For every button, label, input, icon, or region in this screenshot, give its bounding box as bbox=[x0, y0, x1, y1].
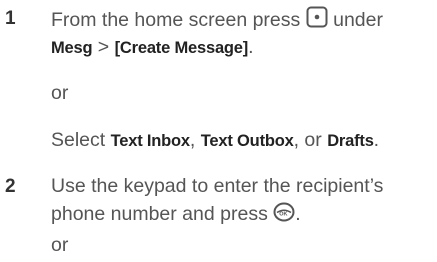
step-number: 2 bbox=[5, 176, 16, 197]
step-text: phone number and press bbox=[51, 203, 268, 225]
step-2-line-1: Use the keypad to enter the recipient’s bbox=[51, 175, 384, 197]
separator: , bbox=[189, 129, 201, 151]
text-outbox-label: Text Outbox bbox=[200, 132, 294, 150]
step-number: 1 bbox=[5, 8, 16, 29]
step-1-line-1: From the home screen press under bbox=[51, 6, 383, 34]
center-select-key-icon bbox=[306, 6, 328, 34]
drafts-label: Drafts bbox=[327, 132, 374, 150]
select-text: Select bbox=[51, 129, 111, 151]
menu-mesg-label: Mesg bbox=[51, 39, 93, 57]
period: . bbox=[248, 36, 254, 58]
or-text: or bbox=[51, 82, 69, 104]
ok-key-icon: OK bbox=[273, 202, 295, 228]
menu-separator: > bbox=[92, 36, 115, 58]
period: . bbox=[373, 129, 380, 151]
or-text: or bbox=[51, 234, 69, 256]
step-text: under bbox=[333, 9, 383, 31]
period: . bbox=[295, 203, 301, 225]
text-inbox-label: Text Inbox bbox=[110, 132, 190, 150]
select-options-line: Select Text Inbox, Text Outbox, or Draft… bbox=[51, 128, 379, 153]
separator: , or bbox=[293, 129, 328, 151]
step-2-line-2: phone number and press OK . bbox=[51, 202, 301, 228]
step-text: From the home screen press bbox=[51, 9, 301, 31]
menu-path: Mesg > [Create Message]. bbox=[51, 35, 254, 60]
svg-text:OK: OK bbox=[279, 212, 287, 218]
create-message-label: [Create Message] bbox=[114, 39, 249, 57]
